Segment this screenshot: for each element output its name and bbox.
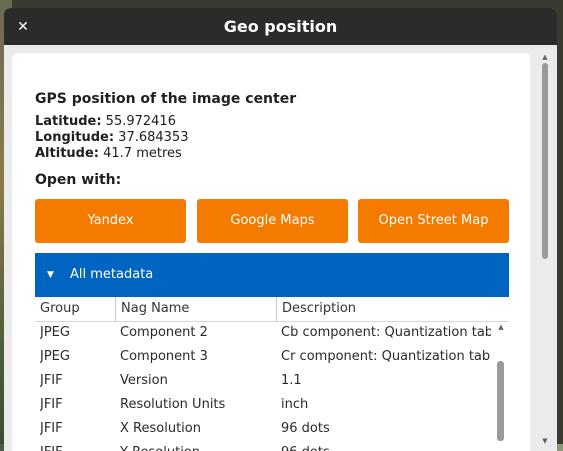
titlebar: ✕ Geo position bbox=[4, 8, 557, 45]
table-header: Group Nag Name Description bbox=[35, 297, 509, 322]
column-header-description[interactable]: Description bbox=[276, 297, 509, 321]
table-scroll-thumb[interactable] bbox=[497, 361, 504, 441]
cell-description: 96 dots bbox=[281, 441, 491, 451]
gps-heading: GPS position of the image center bbox=[35, 91, 297, 107]
longitude-value: 37.684353 bbox=[118, 130, 189, 145]
table-row[interactable]: JFIF Y Resolution 96 dots bbox=[35, 441, 497, 451]
altitude-value: 41.7 metres bbox=[103, 146, 182, 161]
scroll-down-icon[interactable]: ▼ bbox=[541, 437, 549, 445]
column-header-group[interactable]: Group bbox=[35, 297, 115, 321]
google-maps-button[interactable]: Google Maps bbox=[197, 199, 348, 243]
yandex-button[interactable]: Yandex bbox=[35, 199, 186, 243]
cell-name: Component 3 bbox=[120, 349, 208, 364]
window-title: Geo position bbox=[223, 17, 338, 36]
table-scrollbar[interactable]: ▲ bbox=[495, 321, 507, 451]
open-street-map-button[interactable]: Open Street Map bbox=[358, 199, 509, 243]
longitude-line: Longitude: 37.684353 bbox=[35, 130, 188, 145]
geo-position-dialog: ✕ Geo position GPS position of the image… bbox=[4, 8, 557, 451]
latitude-line: Latitude: 55.972416 bbox=[35, 114, 176, 129]
content-panel: GPS position of the image center Latitud… bbox=[12, 53, 530, 451]
table-row[interactable]: JFIF Version 1.1 bbox=[35, 369, 497, 393]
cell-group: JFIF bbox=[40, 441, 112, 451]
scroll-up-icon[interactable]: ▲ bbox=[541, 53, 549, 61]
table-row[interactable]: JPEG Component 2 Cb component: Quantizat… bbox=[35, 321, 497, 345]
cell-name: Resolution Units bbox=[120, 397, 226, 412]
cell-group: JPEG bbox=[40, 349, 70, 364]
cell-group: JFIF bbox=[40, 373, 63, 388]
cell-group: JFIF bbox=[40, 421, 63, 436]
cell-group: JPEG bbox=[40, 325, 70, 340]
latitude-value: 55.972416 bbox=[105, 114, 176, 129]
dialog-scroll-thumb[interactable] bbox=[542, 63, 548, 259]
table-row[interactable]: JFIF Resolution Units inch bbox=[35, 393, 497, 417]
latitude-label: Latitude: bbox=[35, 114, 102, 129]
triangle-down-icon: ▼ bbox=[47, 270, 54, 280]
cell-name: X Resolution bbox=[120, 421, 201, 436]
cell-description: inch bbox=[281, 397, 309, 412]
all-metadata-expander[interactable]: ▼ All metadata bbox=[35, 253, 509, 297]
metadata-table: Group Nag Name Description JPEG Componen… bbox=[35, 297, 509, 451]
longitude-label: Longitude: bbox=[35, 130, 115, 145]
dialog-scrollbar[interactable]: ▲ ▼ bbox=[539, 53, 551, 446]
cell-description: 1.1 bbox=[281, 373, 302, 388]
open-with-label: Open with: bbox=[35, 172, 122, 188]
cell-name: Version bbox=[120, 373, 168, 388]
cell-description: Cr component: Quantization table bbox=[281, 349, 491, 364]
all-metadata-label: All metadata bbox=[70, 267, 154, 282]
altitude-line: Altitude: 41.7 metres bbox=[35, 146, 182, 161]
cell-description: 96 dots bbox=[281, 421, 330, 436]
column-header-name[interactable]: Nag Name bbox=[115, 297, 276, 321]
table-row[interactable]: JPEG Component 3 Cr component: Quantizat… bbox=[35, 345, 497, 369]
cell-group: JFIF bbox=[40, 397, 63, 412]
cell-name: Y Resolution bbox=[120, 441, 275, 451]
cell-description: Cb component: Quantization table bbox=[281, 325, 491, 340]
altitude-label: Altitude: bbox=[35, 146, 99, 161]
table-row[interactable]: JFIF X Resolution 96 dots bbox=[35, 417, 497, 441]
cell-name: Component 2 bbox=[120, 325, 208, 340]
scroll-up-icon[interactable]: ▲ bbox=[497, 323, 505, 331]
